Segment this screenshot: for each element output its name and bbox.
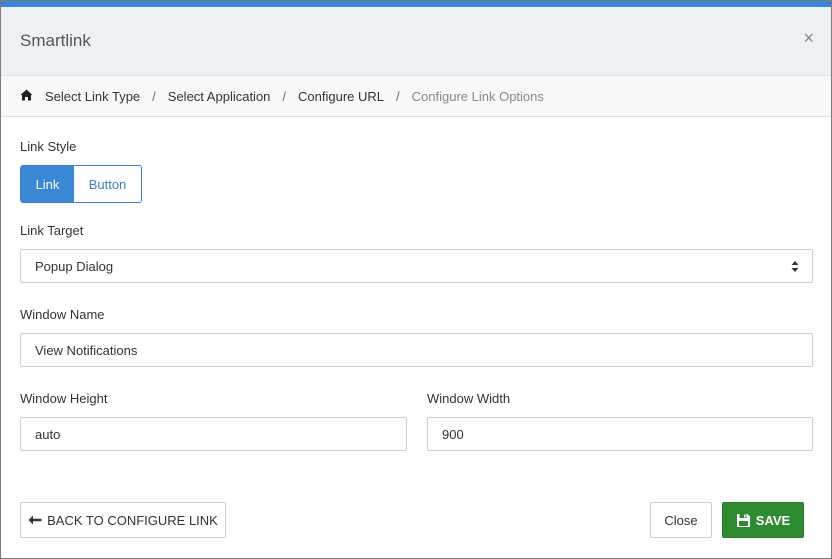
link-target-label: Link Target	[20, 223, 84, 238]
breadcrumb: Select Link Type / Select Application / …	[1, 76, 831, 117]
window-height-value: auto	[35, 426, 61, 442]
close-button-label: Close	[664, 512, 698, 528]
link-style-toggle: Link Button	[20, 165, 142, 203]
breadcrumb-select-application[interactable]: Select Application	[168, 89, 271, 104]
link-style-link-option[interactable]: Link	[21, 166, 74, 202]
window-name-input[interactable]: View Notifications	[20, 333, 813, 367]
breadcrumb-select-link-type[interactable]: Select Link Type	[45, 89, 140, 104]
window-width-label: Window Width	[427, 391, 511, 406]
back-button-label: BACK TO CONFIGURE LINK	[47, 512, 218, 528]
smartlink-dialog: Smartlink × Select Link Type / Select Ap…	[0, 0, 832, 559]
breadcrumb-separator: /	[152, 88, 156, 104]
select-caret-icon	[791, 261, 799, 272]
back-to-configure-link-button[interactable]: BACK TO CONFIGURE LINK	[20, 502, 226, 538]
window-width-value: 900	[442, 426, 464, 442]
window-height-label: Window Height	[20, 391, 108, 406]
link-target-select[interactable]: Popup Dialog	[20, 249, 813, 283]
link-style-button-option[interactable]: Button	[74, 166, 141, 202]
breadcrumb-separator: /	[396, 88, 400, 104]
breadcrumb-configure-url[interactable]: Configure URL	[298, 89, 384, 104]
home-icon[interactable]	[20, 89, 34, 103]
close-icon[interactable]: ×	[803, 29, 814, 47]
window-name-label: Window Name	[20, 307, 105, 322]
save-button[interactable]: SAVE	[722, 502, 804, 538]
breadcrumb-configure-link-options: Configure Link Options	[411, 88, 544, 104]
arrow-left-icon	[28, 515, 42, 525]
dialog-title: Smartlink	[20, 31, 91, 50]
link-style-label: Link Style	[20, 139, 77, 154]
floppy-disk-icon	[736, 513, 750, 527]
window-width-input[interactable]: 900	[427, 417, 813, 451]
save-button-label: SAVE	[755, 512, 791, 528]
window-name-value: View Notifications	[35, 342, 138, 358]
close-button[interactable]: Close	[650, 502, 712, 538]
dialog-header: Smartlink ×	[1, 7, 831, 76]
breadcrumb-separator: /	[282, 88, 287, 104]
window-height-input[interactable]: auto	[20, 417, 407, 451]
link-target-value: Popup Dialog	[35, 258, 114, 274]
